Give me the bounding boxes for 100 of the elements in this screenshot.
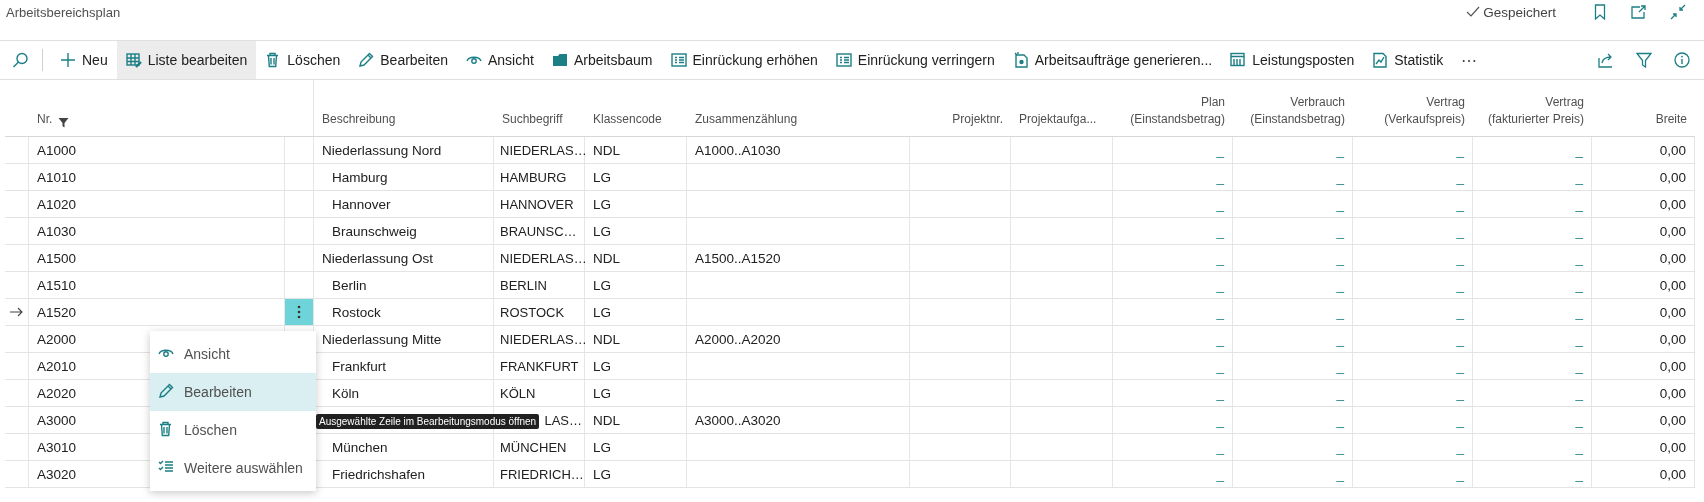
toolbar-button[interactable]: Liste bearbeiten [116,41,257,79]
save-status: Gespeichert [1483,4,1556,20]
table-cell: LG [593,304,611,320]
menu-item[interactable]: Löschen [150,411,316,449]
table-cell: NDL [593,250,620,266]
table-cell: 0,00 [1659,196,1686,212]
column-header[interactable]: Nr. [37,111,53,128]
zero-amount: _ [1336,277,1344,293]
menu-item[interactable]: Ansicht [150,335,316,373]
column-header[interactable]: Breite [1655,111,1687,128]
zero-amount: _ [1336,466,1344,482]
toolbar-button[interactable]: Leistungsposten [1221,41,1364,79]
table-cell: 0,00 [1659,223,1686,239]
toolbar-button[interactable]: Arbeitsbaum [542,41,662,79]
filter-icon[interactable] [1636,52,1652,68]
zero-amount: _ [1336,412,1344,428]
table-cell[interactable]: A2020 [37,385,77,401]
open-new-window-icon[interactable] [1630,4,1646,20]
pencil-icon [358,52,375,68]
column-header[interactable]: Klassencode [593,111,662,128]
table-cell[interactable]: A2010 [37,358,77,374]
zero-amount: _ [1216,331,1224,347]
table-cell: LG [593,385,611,401]
table-cell: Berlin [332,277,367,293]
table-cell[interactable]: A1000 [37,142,77,158]
table-cell[interactable]: A1030 [37,223,77,239]
table-cell: LAS… [544,412,582,428]
column-header[interactable]: Plan (Einstandsbetrag) [1130,94,1225,128]
table-cell: München [332,439,388,455]
column-header[interactable]: Vertrag (Verkaufspreis) [1384,94,1465,128]
info-icon[interactable] [1674,52,1690,68]
table-cell: Hamburg [332,169,388,185]
column-header[interactable]: Verbrauch (Einstandsbetrag) [1250,94,1345,128]
table-cell[interactable]: A1020 [37,196,77,212]
table-cell: BERLIN [500,277,547,293]
toolbar-button[interactable]: Statistik [1363,41,1453,79]
table-cell[interactable]: A3020 [37,466,77,482]
table-cell: Niederlassung Mitte [322,331,442,347]
indent-icon [835,52,852,68]
column-header[interactable]: Projektaufga... [1019,111,1097,128]
table-cell: Friedrichshafen [332,466,426,482]
table-cell: LG [593,466,611,482]
toolbar-button[interactable]: Einrückung verringern [826,41,1004,79]
zero-amount: _ [1216,466,1224,482]
table-cell: LG [593,439,611,455]
table-cell: 0,00 [1659,412,1686,428]
toolbar-button[interactable]: Bearbeiten [349,41,457,79]
table-cell: 0,00 [1659,277,1686,293]
table-cell: A3000..A3020 [695,412,781,428]
zero-amount: _ [1456,304,1464,320]
table-cell[interactable]: A1510 [37,277,77,293]
menu-item[interactable]: Weitere auswählen [150,449,316,487]
zero-amount: _ [1575,142,1583,158]
column-header[interactable]: Vertrag (fakturierter Preis) [1487,94,1584,128]
zero-amount: _ [1456,142,1464,158]
table-cell: LG [593,169,611,185]
table-cell: NDL [593,142,620,158]
checkmark-icon [1466,6,1481,18]
toolbar-button[interactable]: Neu [51,41,117,79]
collapse-icon[interactable] [1670,4,1686,20]
table-cell[interactable]: A1010 [37,169,77,185]
zero-amount: _ [1575,277,1583,293]
zero-amount: _ [1216,358,1224,374]
table-cell: LG [593,223,611,239]
table-cell: Hannover [332,196,391,212]
toolbar-button[interactable]: Ansicht [457,41,543,79]
zero-amount: _ [1336,196,1344,212]
column-header[interactable]: Suchbegriff [502,111,563,128]
table-cell[interactable]: A2000 [37,331,77,347]
bookmark-icon[interactable] [1594,4,1606,20]
share-icon[interactable] [1598,52,1614,68]
zero-amount: _ [1575,250,1583,266]
zero-amount: _ [1456,331,1464,347]
table-cell[interactable]: A3010 [37,439,77,455]
column-header[interactable]: Projektnr. [952,111,1003,128]
table-cell[interactable]: A1520 [37,304,77,320]
zero-amount: _ [1575,304,1583,320]
column-header[interactable]: Beschreibung [322,111,396,128]
toolbar-button[interactable]: Einrückung erhöhen [661,41,827,79]
toolbar-button[interactable]: Arbeitsaufträge generieren... [1003,41,1222,79]
table-cell: A2000..A2020 [695,331,781,347]
zero-amount: _ [1575,439,1583,455]
zero-amount: _ [1456,250,1464,266]
chart-icon [1372,52,1389,68]
zero-amount: _ [1216,385,1224,401]
table-cell: Rostock [332,304,381,320]
toolbar-button[interactable]: Löschen [256,41,350,79]
table-cell[interactable]: A3000 [37,412,77,428]
zero-amount: _ [1216,304,1224,320]
zero-amount: _ [1216,412,1224,428]
zero-amount: _ [1456,223,1464,239]
zero-amount: _ [1456,277,1464,293]
table-cell[interactable]: A1500 [37,250,77,266]
zero-amount: _ [1575,223,1583,239]
menu-item[interactable]: Bearbeiten [150,373,316,411]
more-button[interactable]: ⋯ [1452,41,1488,79]
column-header[interactable]: Zusammenzählung [695,111,798,128]
zero-amount: _ [1216,196,1224,212]
indent-icon [670,52,687,68]
table-cell: Braunschweig [332,223,417,239]
